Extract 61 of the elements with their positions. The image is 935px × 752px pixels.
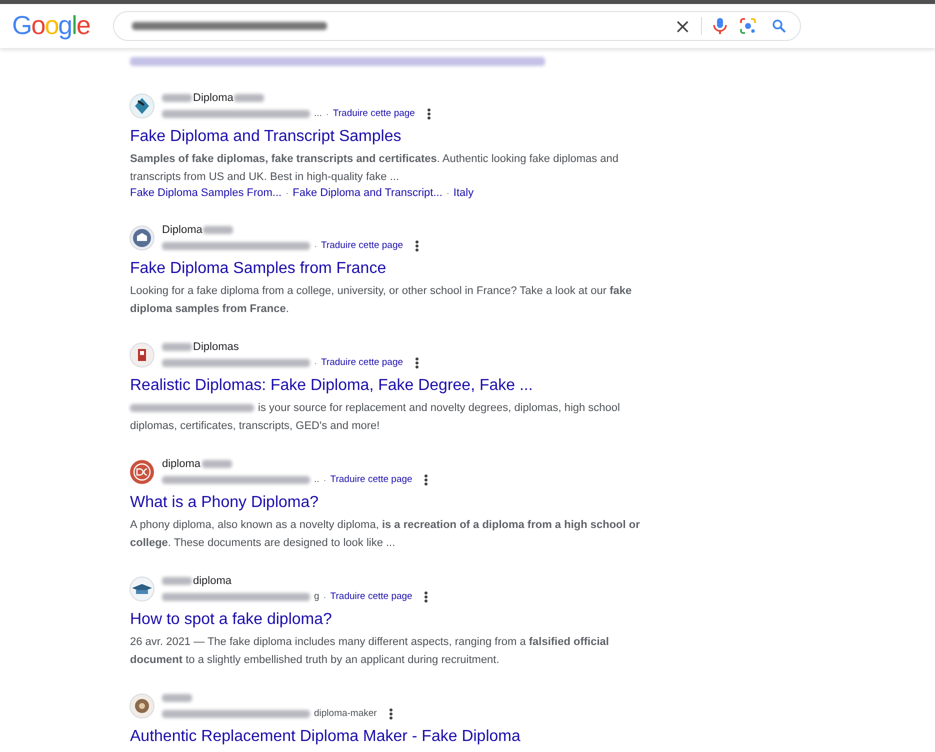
more-options-icon[interactable] bbox=[424, 474, 428, 486]
translate-link[interactable]: Traduire cette page bbox=[330, 474, 412, 485]
result-snippet: A phony diploma, also known as a novelty diploma, is a recreation of a diploma from a high school or college. These documents are designed to look like ... bbox=[130, 519, 640, 548]
translate-link[interactable]: Traduire cette page bbox=[321, 357, 404, 368]
camera-search-icon[interactable] bbox=[740, 18, 756, 34]
separator-dot: · bbox=[286, 187, 289, 200]
url-text: .. bbox=[314, 474, 320, 485]
separator-dot: · bbox=[446, 187, 450, 200]
result-title-link[interactable]: Fake Diploma Samples from France bbox=[130, 259, 660, 279]
site-name: diploma bbox=[193, 575, 232, 587]
separator-dot: · bbox=[323, 474, 326, 484]
translate-link[interactable]: Traduire cette page bbox=[332, 108, 415, 119]
more-options-icon[interactable] bbox=[424, 590, 428, 602]
result-title-link[interactable]: Realistic Diplomas: Fake Diploma, Fake Degree, Fake ... bbox=[130, 376, 660, 396]
result-snippet: Samples of fake diplomas, fake transcripts and certificates. Authentic looking fake diplomas and transcripts from US and UK. Best in high-quality fake ... bbox=[130, 153, 619, 182]
separator-dot: · bbox=[326, 108, 329, 118]
result-title-link[interactable]: Fake Diploma and Transcript Samples bbox=[130, 127, 660, 147]
sitelink[interactable]: Italy bbox=[453, 186, 474, 201]
blurred-text bbox=[203, 226, 234, 234]
more-options-icon[interactable] bbox=[426, 108, 431, 120]
blurred-text bbox=[202, 460, 232, 468]
result-snippet: is your source for replacement and novelty degrees, diplomas, high school bbox=[258, 402, 620, 414]
separator-dot: · bbox=[323, 592, 326, 602]
more-options-icon[interactable] bbox=[388, 708, 393, 720]
site-logo-icon[interactable] bbox=[129, 224, 155, 250]
result-snippet: Looking for a fake diploma from a college, university, or other school in France? Take a look at our fake diploma samples from France. bbox=[130, 285, 632, 314]
site-name: Diplomas bbox=[193, 341, 239, 353]
url-text: ... bbox=[314, 108, 322, 119]
separator-dot: · bbox=[314, 358, 317, 368]
site-name: Diploma bbox=[162, 224, 202, 236]
site-logo-icon[interactable] bbox=[129, 342, 155, 368]
translate-link[interactable]: Traduire cette page bbox=[321, 240, 404, 251]
google-logo[interactable]: Google bbox=[12, 12, 113, 38]
separator-dot: · bbox=[314, 240, 317, 250]
result-title-link[interactable]: What is a Phony Diploma? bbox=[130, 493, 660, 513]
sitelink[interactable]: Fake Diploma Samples From... bbox=[130, 186, 282, 201]
site-logo-icon[interactable] bbox=[129, 576, 155, 602]
blurred-text bbox=[234, 94, 264, 102]
more-options-icon[interactable] bbox=[415, 356, 420, 368]
search-icon[interactable] bbox=[772, 19, 786, 33]
site-name: Diploma bbox=[193, 92, 234, 104]
blurred-text bbox=[162, 94, 192, 102]
url-text: g bbox=[314, 591, 320, 602]
search-field[interactable]: × bbox=[113, 11, 801, 41]
clear-button[interactable]: × bbox=[674, 16, 691, 36]
blurred-text bbox=[162, 577, 192, 585]
translate-link[interactable]: Traduire cette page bbox=[330, 591, 412, 602]
blurred-text bbox=[162, 694, 192, 702]
result-title-link[interactable]: How to spot a fake diploma? bbox=[130, 610, 660, 630]
site-logo-icon[interactable] bbox=[129, 458, 155, 484]
site-logo-icon[interactable] bbox=[129, 92, 155, 118]
site-name: diploma bbox=[162, 458, 201, 470]
result-snippet: 26 avr. 2021 — The fake diploma includes many different aspects, ranging from a falsified official document to a slightly embellished truth by an applicant during recruitment. bbox=[130, 636, 609, 666]
url-text: diploma-maker bbox=[314, 708, 377, 719]
microphone-icon[interactable] bbox=[712, 17, 728, 35]
result-snippet: diplomas, certificates, transcripts, GED's and more! bbox=[130, 420, 380, 432]
more-options-icon[interactable] bbox=[415, 240, 420, 252]
result-title-link[interactable]: Authentic Replacement Diploma Maker - Fake Diploma bbox=[130, 727, 660, 747]
sitelink[interactable]: Fake Diploma and Transcript... bbox=[292, 186, 442, 201]
blurred-text bbox=[162, 343, 192, 351]
site-logo-icon[interactable] bbox=[129, 692, 155, 718]
